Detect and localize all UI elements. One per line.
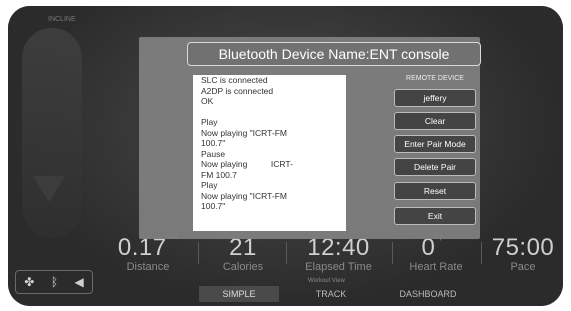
incline-gauge — [22, 28, 82, 238]
stat-heart-rate-label: Heart Rate — [409, 261, 463, 273]
tab-dashboard[interactable]: DASHBOARD — [388, 286, 468, 302]
quick-controls: ✤ ᛒ ◀ — [15, 270, 93, 294]
stat-pace: 75:00 Pace — [488, 234, 558, 273]
stat-elapsed-time: 12:40 Elapsed Time — [291, 234, 386, 273]
connection-log: SLC is connected A2DP is connected OK Pl… — [193, 75, 346, 231]
down-arrow-icon — [33, 176, 65, 202]
stat-calories-label: Calories — [222, 261, 264, 273]
tab-simple[interactable]: SIMPLE — [199, 286, 279, 302]
bluetooth-dialog: Bluetooth Device Name:ENT console SLC is… — [139, 37, 481, 239]
console-screen: INCLINE 0.17KM Distance 21 Calories 12:4… — [8, 6, 563, 306]
exit-button[interactable]: Exit — [394, 207, 476, 225]
remote-device-label: REMOTE DEVICE — [406, 75, 464, 82]
divider — [481, 242, 482, 264]
delete-pair-button[interactable]: Delete Pair — [394, 158, 476, 176]
reset-button[interactable]: Reset — [394, 182, 476, 200]
remote-device-button[interactable]: jeffery — [394, 89, 476, 107]
clear-button[interactable]: Clear — [394, 112, 476, 130]
stat-calories: 21 Calories — [208, 234, 278, 273]
stat-heart-rate: 0bpm Heart Rate — [396, 234, 476, 273]
dialog-title: Bluetooth Device Name:ENT console — [187, 42, 481, 66]
incline-gauge-label: INCLINE — [48, 16, 76, 23]
stat-pace-value: 75:00 — [491, 234, 555, 261]
divider — [286, 242, 287, 264]
stat-pace-label: Pace — [510, 261, 536, 273]
divider — [392, 242, 393, 264]
workout-view-label: Workout View — [308, 278, 345, 284]
bluetooth-icon[interactable]: ᛒ — [51, 275, 58, 289]
tab-track[interactable]: TRACK — [306, 286, 356, 302]
stat-distance: 0.17KM Distance — [108, 234, 188, 273]
stat-distance-label: Distance — [126, 261, 170, 273]
speaker-icon[interactable]: ◀ — [75, 275, 84, 289]
divider — [198, 242, 199, 264]
enter-pair-mode-button[interactable]: Enter Pair Mode — [394, 135, 476, 153]
fan-icon[interactable]: ✤ — [24, 275, 34, 289]
stat-elapsed-time-label: Elapsed Time — [305, 261, 372, 273]
